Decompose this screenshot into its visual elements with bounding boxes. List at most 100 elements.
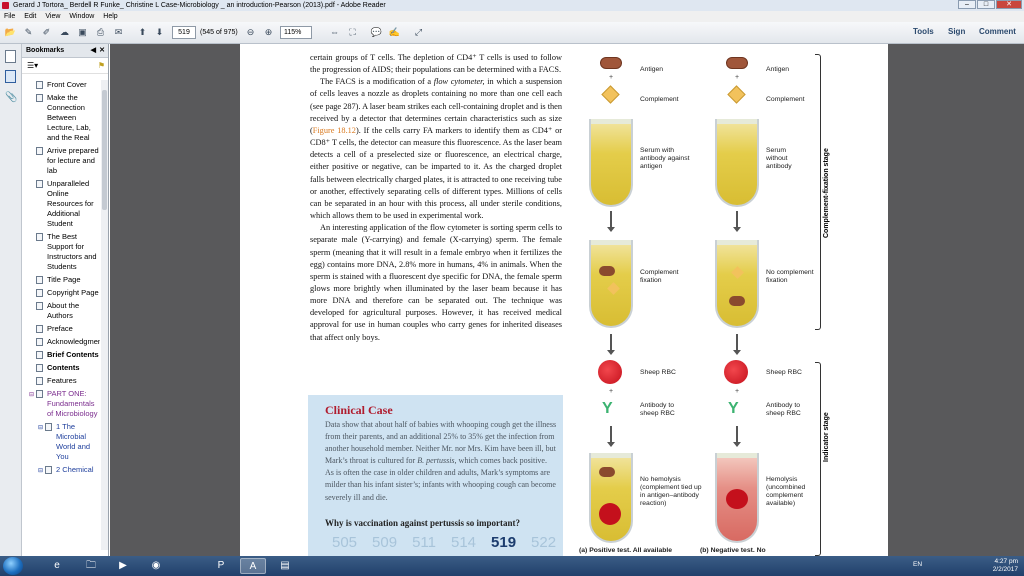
- fullscreen-icon[interactable]: ⤢: [412, 26, 425, 39]
- bookmark-item[interactable]: Arrive prepared for lecture and lab: [22, 146, 100, 176]
- bookmark-item[interactable]: Title Page: [22, 275, 100, 285]
- label-sheep-rbc: Sheep RBC: [640, 369, 676, 376]
- bookmark-item[interactable]: Acknowledgments: [22, 337, 100, 347]
- bookmark-item[interactable]: About the Authors: [22, 301, 100, 321]
- bookmark-item[interactable]: Features: [22, 376, 100, 386]
- bookmark-page-icon: [45, 423, 52, 431]
- bookmark-item[interactable]: Copyright Page: [22, 288, 100, 298]
- media-player-icon[interactable]: ▶: [110, 558, 136, 574]
- fit-width-icon[interactable]: ⇔: [328, 26, 341, 39]
- menu-file[interactable]: File: [4, 11, 15, 22]
- navigation-rail: 📎: [0, 44, 22, 556]
- case-page-link[interactable]: 505: [332, 534, 357, 551]
- case-page-link[interactable]: 509: [372, 534, 397, 551]
- page-number-input[interactable]: 519: [172, 26, 196, 39]
- options-menu-icon[interactable]: ☰▾: [27, 61, 38, 70]
- sign-icon[interactable]: ✍: [388, 26, 401, 39]
- bookmarks-icon[interactable]: [5, 70, 16, 83]
- previous-page-icon[interactable]: ⬆: [136, 26, 149, 39]
- label-no-fixation: No complement fixation: [766, 269, 814, 284]
- menu-edit[interactable]: Edit: [24, 11, 36, 22]
- window-title-bar: Gerard J Tortora_ Berdell R Funke_ Chris…: [0, 0, 1024, 11]
- bookmark-label: PART ONE: Fundamentals of Microbiology: [47, 389, 98, 418]
- sign-tab[interactable]: Sign: [948, 27, 965, 36]
- start-button[interactable]: [3, 557, 23, 575]
- arrow-down: [733, 334, 741, 355]
- close-panel-icon[interactable]: ✕: [99, 44, 105, 58]
- menu-window[interactable]: Window: [69, 11, 94, 22]
- bookmark-label: 1 The Microbial World and You: [56, 422, 91, 461]
- close-button[interactable]: ✕: [996, 0, 1022, 9]
- case-page-link[interactable]: 514: [451, 534, 476, 551]
- bookmark-item[interactable]: The Best Support for Instructors and Stu…: [22, 232, 100, 272]
- toolbar: 📂 ✎ ✐ ☁ ▣ ⎙ ✉ ⬆ ⬇ 519 (545 of 975) ⊖ ⊕ 1…: [0, 22, 1024, 44]
- bookmark-item[interactable]: ⊟ 1 The Microbial World and You: [22, 422, 100, 462]
- create-pdf-icon[interactable]: ✎: [22, 26, 35, 39]
- expand-collapse-icon[interactable]: ⊟: [38, 423, 43, 433]
- expand-collapse-icon[interactable]: ⊟: [29, 390, 34, 400]
- print-icon[interactable]: ⎙: [94, 26, 107, 39]
- comment-tab[interactable]: Comment: [979, 27, 1016, 36]
- zoom-in-icon[interactable]: ⊕: [262, 26, 275, 39]
- powerpoint-icon[interactable]: P: [208, 558, 234, 574]
- bookmark-label: Make the Connection Between Lecture, Lab…: [47, 93, 91, 142]
- menu-view[interactable]: View: [45, 11, 60, 22]
- bookmark-item[interactable]: Preface: [22, 324, 100, 334]
- email-icon[interactable]: ✉: [112, 26, 125, 39]
- case-page-current[interactable]: 519: [491, 534, 516, 551]
- bookmarks-scrollbar[interactable]: [101, 80, 108, 550]
- attachments-icon[interactable]: 📎: [5, 92, 17, 105]
- save-icon[interactable]: ▣: [76, 26, 89, 39]
- adobe-reader-taskbar-icon[interactable]: A: [240, 558, 266, 574]
- bookmark-page-icon: [36, 147, 43, 155]
- open-file-icon[interactable]: 📂: [4, 26, 17, 39]
- bookmark-item[interactable]: Unparalleled Online Resources for Additi…: [22, 179, 100, 229]
- clinical-case-question: Why is vaccination against pertussis so …: [325, 518, 521, 528]
- language-indicator[interactable]: EN: [913, 561, 922, 568]
- edit-icon[interactable]: ✐: [40, 26, 53, 39]
- case-page-link[interactable]: 522: [531, 534, 556, 551]
- expand-collapse-icon[interactable]: ⊟: [38, 466, 43, 476]
- cloud-icon[interactable]: ☁: [58, 26, 71, 39]
- label-complement-fixation-stage: Complement-fixation stage: [823, 148, 830, 238]
- app-icon[interactable]: ▤: [272, 558, 298, 574]
- bookmark-label: Copyright Page: [47, 288, 99, 297]
- bookmark-page-icon: [36, 276, 43, 284]
- maximize-button[interactable]: □: [977, 0, 995, 9]
- figure-link[interactable]: Figure 18.12: [313, 126, 356, 135]
- zoom-select[interactable]: 115%: [280, 26, 312, 39]
- label-sheep-rbc: Sheep RBC: [766, 369, 802, 376]
- bookmark-page-icon: [36, 390, 43, 398]
- serum-tube: [589, 119, 633, 207]
- zoom-out-icon[interactable]: ⊖: [244, 26, 257, 39]
- bookmark-item[interactable]: Make the Connection Between Lecture, Lab…: [22, 93, 100, 143]
- plus-sign: +: [735, 388, 740, 395]
- minimize-button[interactable]: –: [958, 0, 976, 9]
- comment-icon[interactable]: 💬: [370, 26, 383, 39]
- bookmark-item[interactable]: ⊟ PART ONE: Fundamentals of Microbiology: [22, 389, 100, 419]
- bookmarks-title: Bookmarks: [26, 47, 65, 54]
- menu-help[interactable]: Help: [103, 11, 117, 22]
- page-thumbnails-icon[interactable]: [5, 50, 16, 63]
- stage-bracket: [815, 54, 821, 330]
- next-page-icon[interactable]: ⬇: [153, 26, 166, 39]
- fit-page-icon[interactable]: ⛶: [346, 26, 359, 39]
- bookmark-item[interactable]: Front Cover: [22, 80, 100, 90]
- case-page-link[interactable]: 511: [412, 534, 436, 551]
- new-bookmark-icon[interactable]: ⚑: [98, 61, 105, 70]
- system-clock[interactable]: 4:27 pm 2/2/2017: [993, 558, 1018, 574]
- tools-tab[interactable]: Tools: [913, 27, 934, 36]
- internet-explorer-icon[interactable]: e: [44, 558, 70, 574]
- collapse-panel-icon[interactable]: ◀: [91, 44, 96, 58]
- chrome-icon[interactable]: ◉: [143, 558, 169, 574]
- bookmark-item[interactable]: ⊟ 2 Chemical: [22, 465, 100, 475]
- bookmark-label: The Best Support for Instructors and Stu…: [47, 232, 97, 271]
- clock-date: 2/2/2017: [992, 566, 1018, 573]
- bookmark-page-icon: [36, 364, 43, 372]
- bookmark-label: Brief Contents: [47, 350, 99, 359]
- caption-positive: (a) Positive test. All available: [579, 547, 673, 554]
- arrow-down: [607, 211, 615, 232]
- file-explorer-icon[interactable]: 🗀: [78, 558, 104, 574]
- bookmark-item[interactable]: Brief Contents: [22, 350, 100, 360]
- bookmark-item[interactable]: Contents: [22, 363, 100, 373]
